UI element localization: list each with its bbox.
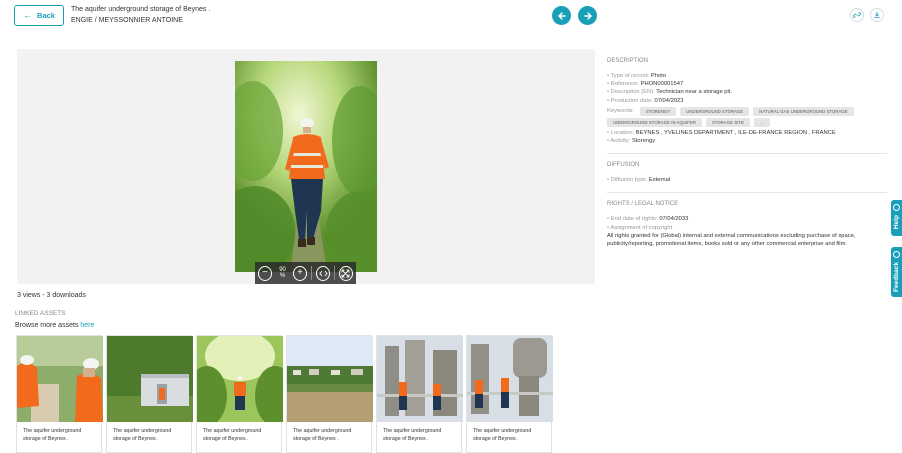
help-label: Help — [893, 215, 900, 230]
linked-asset-image — [107, 336, 193, 422]
copyright-assignment: Assignment of copyright — [607, 224, 887, 232]
image-viewer[interactable]: − 90 % + — [17, 49, 595, 284]
production-date: Production date: 07/04/2023 — [607, 97, 887, 105]
linked-asset-card[interactable]: The aquifer underground storage of Beyne… — [16, 335, 103, 453]
keyword-chip[interactable]: UNDERGROUND STORAGE IN AQUIFER — [607, 117, 702, 127]
asset-title: The aquifer underground storage of Beyne… — [71, 6, 211, 13]
arrow-left-icon — [557, 11, 566, 20]
keyword-chip[interactable]: STORENGY — [640, 106, 677, 116]
view-download-stats: 3 views - 3 downloads — [17, 292, 86, 299]
feedback-tab[interactable]: Feedback — [891, 247, 902, 297]
arrow-left-icon: ← — [23, 10, 33, 20]
feedback-icon — [893, 251, 900, 258]
help-icon — [893, 204, 900, 211]
keywords-row: Keywords: STORENGY UNDERGROUND STORAGE N… — [607, 106, 887, 116]
plus-icon: + — [297, 267, 303, 278]
download-icon — [874, 11, 880, 18]
linked-asset-caption: The aquifer underground storage of Beyne… — [203, 428, 262, 442]
keywords-label: Keywords: — [607, 108, 635, 115]
zoom-divider — [334, 266, 335, 280]
linked-asset-card[interactable]: The aquifer underground storage of Beyne… — [466, 335, 553, 453]
diffusion-list: Diffusion type: External — [607, 176, 887, 184]
fullscreen-button[interactable] — [338, 265, 353, 281]
keyword-chip[interactable]: NATURAL GAS UNDERGROUND STORAGE — [753, 106, 854, 116]
browse-label: Browse more assets — [15, 322, 81, 329]
linked-asset-caption: The aquifer underground storage of Beyne… — [473, 428, 532, 442]
section-divider — [607, 192, 887, 194]
zoom-toolbar: − 90 % + — [255, 262, 356, 284]
back-button[interactable]: ← Back — [14, 5, 64, 26]
link-icon — [853, 12, 861, 18]
main-photo — [235, 61, 377, 272]
linked-asset-caption: The aquifer underground storage of Beyne… — [293, 428, 352, 442]
diffusion-type: Diffusion type: External — [607, 176, 887, 184]
description-title: DESCRIPTION — [607, 58, 649, 64]
linked-asset-caption: The aquifer underground storage of Beyne… — [23, 428, 82, 442]
keyword-chip[interactable]: UNDERGROUND STORAGE — [680, 106, 750, 116]
linked-asset-card[interactable]: The aquifer underground storage of Beyne… — [196, 335, 283, 453]
end-of-rights: End date of rights: 07/04/2033 — [607, 215, 887, 223]
keyword-chip[interactable]: STORAGE SITE — [705, 117, 751, 127]
linked-asset-image — [17, 336, 103, 422]
feedback-label: Feedback — [893, 262, 900, 292]
rights-list: End date of rights: 07/04/2033 Assignmen… — [607, 215, 887, 231]
description-list: Type of record: Photo Reference: PHON000… — [607, 72, 887, 105]
download-button[interactable] — [870, 8, 884, 22]
zoom-divider — [311, 266, 312, 280]
zoom-level: 90 % — [279, 267, 286, 279]
location-list: Location: BEYNES , YVELINES DEPARTMENT ,… — [607, 129, 887, 145]
linked-asset-image — [467, 336, 553, 422]
keywords-row: UNDERGROUND STORAGE IN AQUIFER STORAGE S… — [607, 117, 887, 127]
linked-asset-caption: The aquifer underground storage of Beyne… — [383, 428, 442, 442]
linked-asset-card[interactable]: The aquifer underground storage of Beyne… — [106, 335, 193, 453]
help-tab[interactable]: Help — [891, 200, 902, 236]
previous-asset-button[interactable] — [552, 6, 571, 25]
linked-asset-image — [197, 336, 283, 422]
record-type: Type of record: Photo — [607, 72, 887, 80]
linked-assets-list: The aquifer underground storage of Beyne… — [16, 335, 553, 453]
arrow-right-icon — [583, 11, 592, 20]
linked-assets-title: LINKED ASSETS — [15, 310, 66, 317]
section-divider — [607, 153, 887, 155]
location: Location: BEYNES , YVELINES DEPARTMENT ,… — [607, 129, 887, 137]
zoom-in-button[interactable]: + — [293, 265, 308, 281]
linked-asset-card[interactable]: The aquifer underground storage of Beyne… — [376, 335, 463, 453]
more-keywords-button[interactable]: ... — [754, 117, 770, 127]
linked-asset-image — [287, 336, 373, 422]
reference: Reference: PHON00001547 — [607, 80, 887, 88]
next-asset-button[interactable] — [578, 6, 597, 25]
browse-more-text: Browse more assets here — [15, 322, 94, 329]
back-label: Back — [37, 11, 55, 20]
zoom-out-button[interactable]: − — [258, 265, 273, 281]
expand-icon — [342, 269, 350, 277]
browse-more-link[interactable]: here — [80, 322, 94, 329]
code-icon — [318, 270, 328, 276]
metadata-panel: DESCRIPTION Type of record: Photo Refere… — [607, 58, 887, 248]
embed-button[interactable] — [315, 265, 331, 281]
rights-title: RIGHTS / LEGAL NOTICE — [607, 201, 679, 208]
description-en: Description (EN): Technician near a stor… — [607, 88, 887, 96]
share-link-button[interactable] — [850, 8, 864, 22]
linked-asset-card[interactable]: The aquifer underground storage of Beyne… — [286, 335, 373, 453]
rights-text: All rights granted for (Global) internal… — [607, 232, 856, 248]
activity: Activity: Storengy — [607, 137, 887, 145]
asset-author: ENGIE / MEYSSONNIER ANTOINE — [71, 17, 183, 24]
diffusion-title: DIFFUSION — [607, 162, 640, 169]
minus-icon: − — [262, 267, 268, 278]
linked-asset-caption: The aquifer underground storage of Beyne… — [113, 428, 172, 442]
linked-asset-image — [377, 336, 463, 422]
